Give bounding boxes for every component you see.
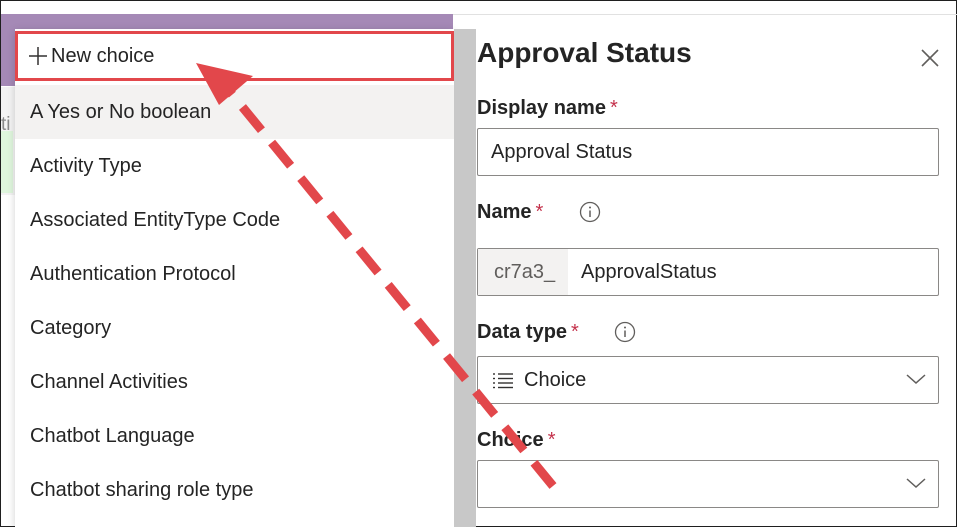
dropdown-item-label: Chatbot Language xyxy=(30,424,195,447)
new-choice-button[interactable]: New choice xyxy=(15,31,454,81)
display-name-label-text: Display name xyxy=(477,97,606,119)
chevron-down-icon xyxy=(906,478,926,489)
display-name-label: Display name * xyxy=(477,97,618,120)
name-value: ApprovalStatus xyxy=(581,260,717,283)
data-type-value: Choice xyxy=(524,368,587,391)
required-marker: * xyxy=(609,97,618,119)
dropdown-item-label: Channel Activities xyxy=(30,370,188,393)
choice-select[interactable] xyxy=(477,460,939,508)
app-status-strip xyxy=(1,131,13,193)
close-icon[interactable] xyxy=(919,47,941,69)
name-field[interactable]: cr7a3_ ApprovalStatus xyxy=(477,248,939,296)
dropdown-item-label: Chatbot sharing role type xyxy=(30,478,254,501)
background-text: ti xyxy=(1,114,11,135)
choice-dropdown-list: A Yes or No boolean Activity Type Associ… xyxy=(15,29,454,527)
required-marker: * xyxy=(571,321,579,343)
plus-icon xyxy=(29,47,47,65)
required-marker: * xyxy=(547,429,556,451)
choice-label: Choice * xyxy=(477,429,555,452)
data-type-label-text: Data type xyxy=(477,321,568,343)
dropdown-item-label: Associated EntityType Code xyxy=(30,208,281,231)
name-prefix: cr7a3_ xyxy=(478,249,568,295)
data-type-label: Data type * xyxy=(477,321,579,344)
data-type-select[interactable]: Choice xyxy=(477,356,939,404)
display-name-value: Approval Status xyxy=(491,140,633,163)
dropdown-item[interactable]: Channel Activities xyxy=(15,355,454,409)
new-choice-label: New choice xyxy=(51,44,155,67)
top-divider xyxy=(453,14,957,15)
info-icon[interactable] xyxy=(579,201,601,223)
dropdown-item[interactable]: Chatbot sharing role type xyxy=(15,463,454,517)
chevron-down-icon xyxy=(906,374,926,385)
required-marker: * xyxy=(535,201,544,223)
dropdown-item[interactable]: Associated EntityType Code xyxy=(15,193,454,247)
dropdown-item-label: Authentication Protocol xyxy=(30,262,236,285)
dropdown-item-label: Category xyxy=(30,316,112,339)
dropdown-item-label: A Yes or No boolean xyxy=(30,100,212,123)
choice-label-text: Choice xyxy=(477,429,544,451)
name-label: Name * xyxy=(477,201,543,224)
display-name-field[interactable]: Approval Status xyxy=(477,128,939,176)
info-icon[interactable] xyxy=(614,321,636,343)
dropdown-item[interactable]: Category xyxy=(15,301,454,355)
dropdown-item[interactable]: A Yes or No boolean xyxy=(15,85,454,139)
panel-title: Approval Status xyxy=(477,37,692,68)
dropdown-item[interactable]: Authentication Protocol xyxy=(15,247,454,301)
dropdown-scrollbar[interactable] xyxy=(454,29,476,527)
dropdown-item-label: Activity Type xyxy=(30,154,142,177)
dropdown-item[interactable]: Chatbot Language xyxy=(15,409,454,463)
name-label-text: Name xyxy=(477,201,532,223)
list-icon xyxy=(493,373,513,389)
dropdown-item[interactable]: Activity Type xyxy=(15,139,454,193)
